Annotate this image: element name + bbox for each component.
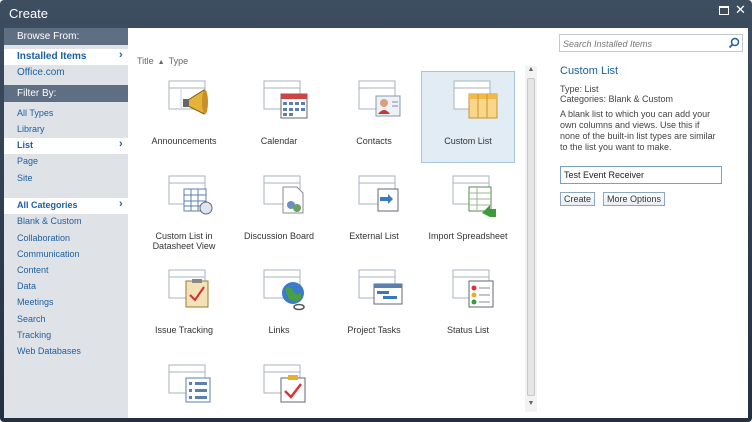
detail-type: Type: List xyxy=(560,84,599,94)
filter-page[interactable]: Page xyxy=(17,156,38,166)
nav-item-installed-items[interactable]: Installed Items xyxy=(17,51,86,62)
sort-type[interactable]: Type xyxy=(169,56,189,66)
survey-icon xyxy=(168,364,211,403)
external-list-icon xyxy=(358,175,399,212)
tile-label: Contacts xyxy=(356,136,392,146)
detail-categories: Categories: Blank & Custom xyxy=(560,94,674,104)
more-options-button[interactable]: More Options xyxy=(603,192,666,206)
scroll-down-icon[interactable]: ▼ xyxy=(525,400,537,410)
tile-label: Calendar xyxy=(260,136,298,146)
scroll-thumb[interactable] xyxy=(527,78,535,396)
tile-custom-list[interactable]: Custom List xyxy=(421,71,515,163)
category-all[interactable]: All Categories xyxy=(17,200,78,210)
filter-all-types[interactable]: All Types xyxy=(17,108,53,118)
announcements-icon xyxy=(168,80,208,115)
issue-tracking-icon xyxy=(168,269,209,308)
tile-tasks[interactable] xyxy=(232,356,326,418)
category-search[interactable]: Search xyxy=(17,314,46,324)
tile-import-spreadsheet[interactable]: Import Spreadsheet xyxy=(421,167,515,259)
chevron-right-icon: › xyxy=(119,198,123,210)
create-button[interactable]: Create xyxy=(560,192,596,206)
category-web-databases[interactable]: Web Databases xyxy=(17,346,81,356)
search-input[interactable] xyxy=(563,37,723,50)
filter-list[interactable]: List xyxy=(17,140,33,150)
tile-discussion-board[interactable]: Discussion Board xyxy=(232,167,326,259)
contacts-icon xyxy=(358,80,401,117)
filter-library[interactable]: Library xyxy=(17,124,45,134)
category-collaboration[interactable]: Collaboration xyxy=(17,233,70,243)
tile-contacts[interactable]: Contacts xyxy=(327,72,421,164)
tile-status-list[interactable]: Status List xyxy=(421,261,515,353)
chevron-right-icon: › xyxy=(119,138,123,150)
tile-label: Discussion Board xyxy=(243,231,315,241)
sort-ascending-icon: ▲ xyxy=(157,59,165,66)
close-icon[interactable]: ✕ xyxy=(735,3,746,17)
tile-announcements[interactable]: Announcements xyxy=(137,72,231,164)
tile-label: External List xyxy=(349,231,399,241)
tile-label: Custom List in Datasheet View xyxy=(152,231,216,251)
project-tasks-icon xyxy=(358,269,403,305)
search-box xyxy=(559,34,743,52)
filter-site[interactable]: Site xyxy=(17,173,33,183)
category-meetings[interactable]: Meetings xyxy=(17,297,54,307)
sort-bar: Title ▲ Type xyxy=(137,56,192,66)
category-data[interactable]: Data xyxy=(17,281,36,291)
filter-header: Filter By: xyxy=(4,85,128,102)
dialog-content: Browse From: Installed Items › Office.co… xyxy=(4,28,748,418)
tile-external-list[interactable]: External List xyxy=(327,167,421,259)
tile-links[interactable]: Links xyxy=(232,261,326,353)
search-icon[interactable] xyxy=(728,37,740,49)
tile-label: Project Tasks xyxy=(347,325,401,335)
sort-title[interactable]: Title xyxy=(137,56,154,66)
nav-item-office-com[interactable]: Office.com xyxy=(17,67,65,78)
status-list-icon xyxy=(452,269,494,308)
tile-calendar[interactable]: Calendar xyxy=(232,72,326,164)
category-content[interactable]: Content xyxy=(17,265,49,275)
import-spreadsheet-icon xyxy=(452,175,496,217)
dialog-title: Create xyxy=(9,6,49,21)
tile-issue-tracking[interactable]: Issue Tracking xyxy=(137,261,231,353)
browse-header: Browse From: xyxy=(4,28,128,45)
tile-label: Issue Tracking xyxy=(154,325,214,335)
category-communication[interactable]: Communication xyxy=(17,249,80,259)
tasks-icon xyxy=(263,364,306,403)
scroll-up-icon[interactable]: ▲ xyxy=(525,66,537,76)
tile-label: Import Spreadsheet xyxy=(428,231,508,241)
tile-survey[interactable] xyxy=(137,356,231,418)
discussion-board-icon xyxy=(263,175,304,214)
custom-list-icon xyxy=(453,80,498,119)
tile-label: Links xyxy=(268,325,290,335)
tile-project-tasks[interactable]: Project Tasks xyxy=(327,261,421,353)
calendar-icon xyxy=(263,80,308,119)
left-nav: Browse From: Installed Items › Office.co… xyxy=(4,28,128,418)
datasheet-icon xyxy=(168,175,213,215)
maximize-icon[interactable] xyxy=(719,6,729,15)
tile-custom-list-datasheet[interactable]: Custom List in Datasheet View xyxy=(137,167,231,259)
chevron-right-icon: › xyxy=(119,49,123,61)
list-name-input[interactable] xyxy=(560,166,722,184)
tile-scrollbar[interactable]: ▲ ▼ xyxy=(525,66,537,412)
detail-description: A blank list to which you can add your o… xyxy=(560,109,716,152)
detail-title: Custom List xyxy=(560,65,619,77)
links-icon xyxy=(263,269,305,311)
tile-label: Announcements xyxy=(151,136,217,146)
create-dialog: Create ✕ Browse From: Installed Items › … xyxy=(0,0,752,422)
title-bar: Create ✕ xyxy=(0,0,752,28)
category-blank-custom[interactable]: Blank & Custom xyxy=(17,216,82,226)
category-tracking[interactable]: Tracking xyxy=(17,330,51,340)
tile-label: Custom List xyxy=(444,136,492,146)
tile-label: Status List xyxy=(446,325,490,335)
